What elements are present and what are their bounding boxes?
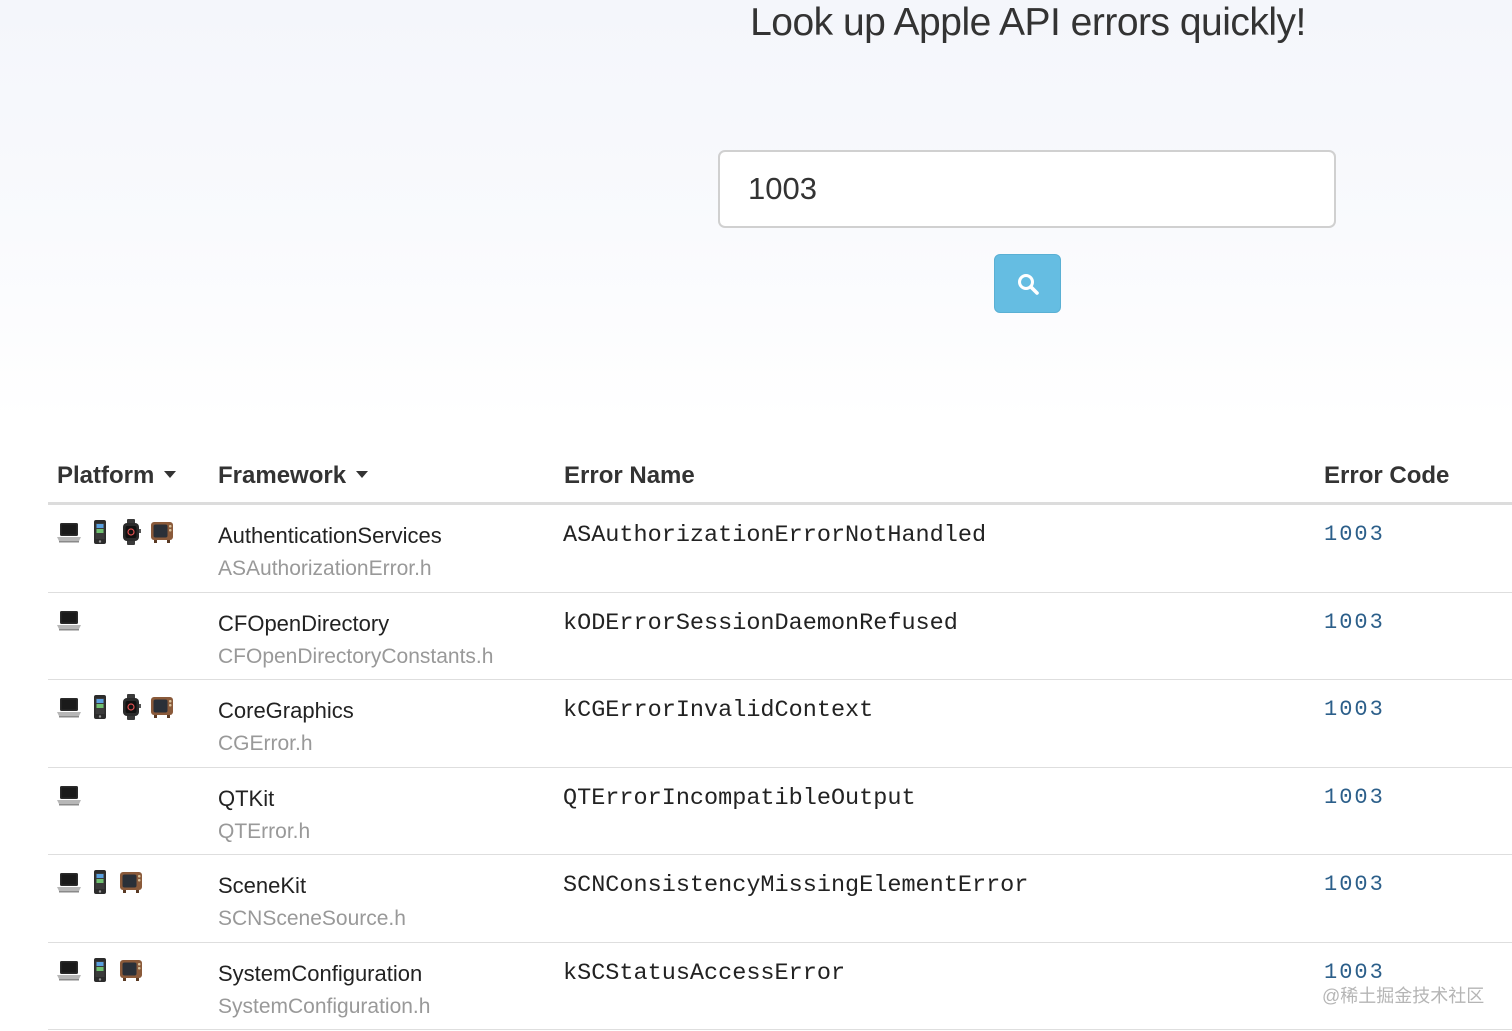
framework-name: CoreGraphics — [218, 698, 354, 723]
platform-icons — [57, 607, 81, 633]
platform-column-header[interactable]: Platform — [57, 462, 177, 490]
watermark: @稀土掘金技术社区 — [1322, 986, 1485, 1006]
table-row: AuthenticationServices ASAuthorizationErr… — [48, 505, 1512, 593]
table-header: Platform Framework Error Name Error Code — [48, 448, 1512, 505]
watchos-icon — [119, 694, 143, 720]
ios-icon — [88, 869, 112, 895]
error-name: QTErrorIncompatibleOutput — [563, 784, 916, 812]
header-file-name: SystemConfiguration.h — [218, 994, 431, 1018]
header-file-name: SCNSceneSource.h — [218, 907, 406, 930]
header-file-name: CGError.h — [218, 732, 313, 755]
framework-name: SystemConfiguration — [218, 960, 423, 986]
error-name: kCGErrorInvalidContext — [563, 697, 874, 724]
framework-column-header[interactable]: Framework — [218, 462, 369, 490]
search-icon — [1017, 273, 1039, 295]
framework-name: CFOpenDirectory — [218, 610, 390, 636]
macos-icon — [57, 607, 81, 633]
ios-icon — [88, 694, 112, 720]
ios-icon — [88, 957, 112, 983]
platform-icons — [57, 694, 174, 720]
error-code-link[interactable]: 1003 — [1324, 872, 1385, 897]
framework-name: AuthenticationServices — [218, 523, 442, 548]
header-file-name: QTError.h — [218, 819, 311, 843]
error-name-column-header: Error Name — [564, 462, 695, 489]
macos-icon — [57, 957, 81, 983]
error-code-link[interactable]: 1003 — [1324, 697, 1385, 722]
table-row: QTKit QTError.h QTErrorIncompatibleOutput 1… — [48, 768, 1512, 855]
error-code-link[interactable]: 1003 — [1324, 960, 1385, 985]
framework-name: QTKit — [218, 785, 275, 811]
error-name: SCNConsistencyMissingElementError — [563, 872, 1029, 899]
framework-name: SceneKit — [218, 873, 307, 898]
page-title: Look up Apple API errors quickly! — [750, 1, 1306, 44]
macos-icon — [57, 869, 81, 895]
results-table: Platform Framework Error Name Error Code… — [48, 448, 1512, 1030]
table-row: SystemConfiguration SystemConfiguration.h… — [48, 943, 1512, 1030]
watchos-icon — [119, 519, 143, 545]
header-file-name: ASAuthorizationError.h — [218, 557, 432, 580]
platform-icons — [57, 782, 81, 808]
macos-icon — [57, 694, 81, 720]
error-name: kODErrorSessionDaemonRefused — [563, 609, 958, 637]
search-input[interactable] — [718, 150, 1336, 228]
platform-icons — [57, 519, 174, 545]
table-row: CoreGraphics CGError.h kCGErrorInvalidCont… — [48, 680, 1512, 768]
tvos-icon — [150, 694, 174, 720]
tvos-icon — [119, 957, 143, 983]
search-button[interactable] — [994, 254, 1061, 313]
error-code-link[interactable]: 1003 — [1324, 522, 1385, 547]
error-code-column-header: Error Code — [1324, 462, 1450, 489]
error-name: kSCStatusAccessError — [563, 959, 846, 987]
error-code-link[interactable]: 1003 — [1324, 610, 1385, 635]
tvos-icon — [119, 869, 143, 895]
macos-icon — [57, 519, 81, 545]
error-name: ASAuthorizationErrorNotHandled — [563, 522, 987, 549]
hero-banner: Look up Apple API errors quickly! — [0, 0, 1512, 420]
table-row: SceneKit SCNSceneSource.h SCNConsistencyMi… — [48, 855, 1512, 943]
platform-icons — [57, 869, 143, 895]
platform-header-label: Platform — [57, 462, 155, 489]
macos-icon — [57, 782, 81, 808]
platform-icons — [57, 957, 143, 983]
table-row: CFOpenDirectory CFOpenDirectoryConstants.… — [48, 593, 1512, 680]
chevron-down-icon — [164, 471, 177, 479]
table-body: AuthenticationServices ASAuthorizationErr… — [48, 505, 1512, 1030]
ios-icon — [88, 519, 112, 545]
chevron-down-icon — [356, 471, 369, 479]
tvos-icon — [150, 519, 174, 545]
framework-header-label: Framework — [218, 462, 347, 489]
error-code-link[interactable]: 1003 — [1324, 785, 1385, 810]
header-file-name: CFOpenDirectoryConstants.h — [218, 644, 494, 668]
